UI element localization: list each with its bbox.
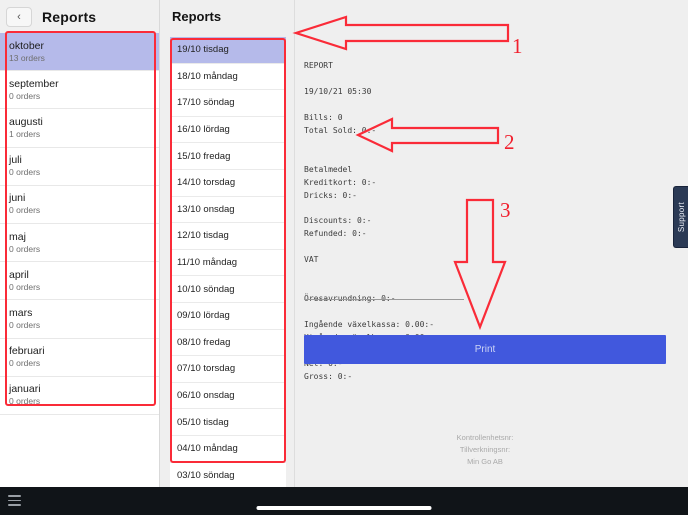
month-name: juni bbox=[9, 192, 26, 205]
month-order-count: 0 orders bbox=[9, 396, 41, 407]
day-label: 12/10 tisdag bbox=[177, 230, 229, 242]
annotation-number-3: 3 bbox=[500, 198, 511, 222]
day-label: 07/10 torsdag bbox=[177, 363, 236, 375]
day-label: 03/10 söndag bbox=[177, 469, 235, 481]
day-label: 16/10 lördag bbox=[177, 124, 230, 136]
month-name: februari bbox=[9, 345, 45, 358]
day-list-item[interactable]: 04/10 måndag bbox=[170, 435, 286, 463]
month-name: juli bbox=[9, 154, 22, 167]
day-list-item[interactable]: 12/10 tisdag bbox=[170, 223, 286, 250]
support-tab[interactable]: Support bbox=[673, 186, 688, 248]
app-root: ▂▄ ▲ ✳ ↻ ‹ Reports oktober13 orderssepte… bbox=[0, 0, 688, 515]
month-list-item[interactable]: augusti 1 orders bbox=[0, 109, 159, 148]
day-list[interactable]: 19/10 tisdag 18/10 måndag 17/10 söndag 16/1… bbox=[170, 37, 286, 487]
days-panel: Reports 19/10 tisdag 18/10 måndag 17/10 sö… bbox=[160, 0, 295, 487]
day-list-item[interactable]: 17/10 söndag bbox=[170, 90, 286, 117]
report-divider bbox=[304, 299, 464, 300]
left-header: ‹ Reports bbox=[0, 0, 159, 33]
month-list-item[interactable]: september 0 orders bbox=[0, 71, 159, 110]
hamburger-menu-icon[interactable] bbox=[8, 495, 21, 506]
footer-kontrollenhetsnr: Kontrollenhetsnr: bbox=[456, 433, 514, 442]
month-order-count: 1 orders bbox=[9, 129, 41, 140]
footer-company: Min Go AB bbox=[467, 457, 503, 466]
day-label: 18/10 måndag bbox=[177, 70, 238, 82]
day-list-item[interactable]: 16/10 lördag bbox=[170, 116, 286, 144]
month-order-count: 0 orders bbox=[9, 167, 41, 178]
support-tab-label: Support bbox=[676, 201, 686, 233]
day-list-item[interactable]: 11/10 måndag bbox=[170, 249, 286, 277]
month-order-count: 0 orders bbox=[9, 243, 41, 254]
month-order-count: 0 orders bbox=[9, 90, 41, 101]
month-name: januari bbox=[9, 383, 41, 396]
month-list-item[interactable]: april 0 orders bbox=[0, 262, 159, 301]
month-list-item[interactable]: februari 0 orders bbox=[0, 338, 159, 377]
month-name: oktober bbox=[9, 39, 45, 52]
day-label: 09/10 lördag bbox=[177, 310, 230, 322]
month-name: september bbox=[9, 77, 59, 90]
day-label: 19/10 tisdag bbox=[177, 44, 229, 56]
day-list-item[interactable]: 15/10 fredag bbox=[170, 143, 286, 170]
month-list-item[interactable]: juni 0 orders bbox=[0, 185, 159, 224]
day-list-item[interactable]: 10/10 söndag bbox=[170, 276, 286, 303]
month-name: mars bbox=[9, 306, 33, 319]
middle-header: Reports bbox=[160, 0, 294, 33]
footer-tillverkningsnr: Tillverkningsnr: bbox=[459, 445, 511, 454]
month-list-item[interactable]: januari 0 orders bbox=[0, 376, 159, 415]
day-label: 04/10 måndag bbox=[177, 443, 238, 455]
annotation-number-2: 2 bbox=[504, 130, 515, 154]
day-label: 15/10 fredag bbox=[177, 150, 231, 162]
month-order-count: 0 orders bbox=[9, 320, 41, 331]
day-label: 13/10 onsdag bbox=[177, 203, 235, 215]
day-label: 14/10 torsdag bbox=[177, 177, 236, 189]
day-list-item[interactable]: 14/10 torsdag bbox=[170, 169, 286, 197]
months-panel: ‹ Reports oktober 13 orders september 0 ord… bbox=[0, 0, 160, 487]
month-order-count: 0 orders bbox=[9, 205, 41, 216]
month-name: augusti bbox=[9, 115, 43, 128]
day-list-item[interactable]: 08/10 fredag bbox=[170, 329, 286, 357]
month-name: maj bbox=[9, 230, 26, 243]
month-order-count: 0 orders bbox=[9, 358, 41, 369]
day-list-item[interactable]: 18/10 måndag bbox=[170, 63, 286, 91]
day-label: 10/10 söndag bbox=[177, 283, 235, 295]
day-list-item[interactable]: 19/10 tisdag bbox=[170, 37, 286, 64]
day-list-item[interactable]: 05/10 tisdag bbox=[170, 409, 286, 436]
day-list-item[interactable]: 09/10 lördag bbox=[170, 302, 286, 330]
month-list[interactable]: oktober 13 orders september 0 orders augusti… bbox=[0, 33, 159, 487]
print-button[interactable]: Print bbox=[304, 335, 666, 364]
day-label: 06/10 onsdag bbox=[177, 390, 235, 402]
month-list-item[interactable]: oktober 13 orders bbox=[0, 33, 159, 72]
days-panel-title: Reports bbox=[172, 9, 222, 24]
home-indicator[interactable] bbox=[256, 506, 432, 510]
back-icon[interactable]: ‹ bbox=[6, 6, 32, 27]
page-title: Reports bbox=[42, 8, 97, 25]
report-panel: REPORT 19/10/21 05:30 Bills: 0 Total Sol… bbox=[296, 0, 688, 487]
month-order-count: 0 orders bbox=[9, 281, 41, 292]
month-list-item[interactable]: maj 0 orders bbox=[0, 223, 159, 263]
day-list-item[interactable]: 13/10 onsdag bbox=[170, 196, 286, 224]
day-label: 11/10 måndag bbox=[177, 257, 238, 269]
day-list-item[interactable]: 06/10 onsdag bbox=[170, 382, 286, 410]
annotation-number-1: 1 bbox=[512, 34, 523, 58]
month-list-item[interactable]: juli 0 orders bbox=[0, 147, 159, 186]
bottom-nav-bar bbox=[0, 487, 688, 515]
day-label: 05/10 tisdag bbox=[177, 416, 229, 428]
month-list-item[interactable]: mars 0 orders bbox=[0, 300, 159, 339]
report-footer: Kontrollenhetsnr: Tillverkningsnr: Min G… bbox=[304, 432, 666, 468]
day-list-item[interactable]: 07/10 torsdag bbox=[170, 356, 286, 383]
day-label: 17/10 söndag bbox=[177, 97, 235, 109]
day-list-item[interactable]: 03/10 söndag bbox=[170, 462, 286, 487]
day-label: 08/10 fredag bbox=[177, 336, 231, 348]
month-name: april bbox=[9, 268, 29, 281]
month-order-count: 13 orders bbox=[9, 52, 45, 63]
